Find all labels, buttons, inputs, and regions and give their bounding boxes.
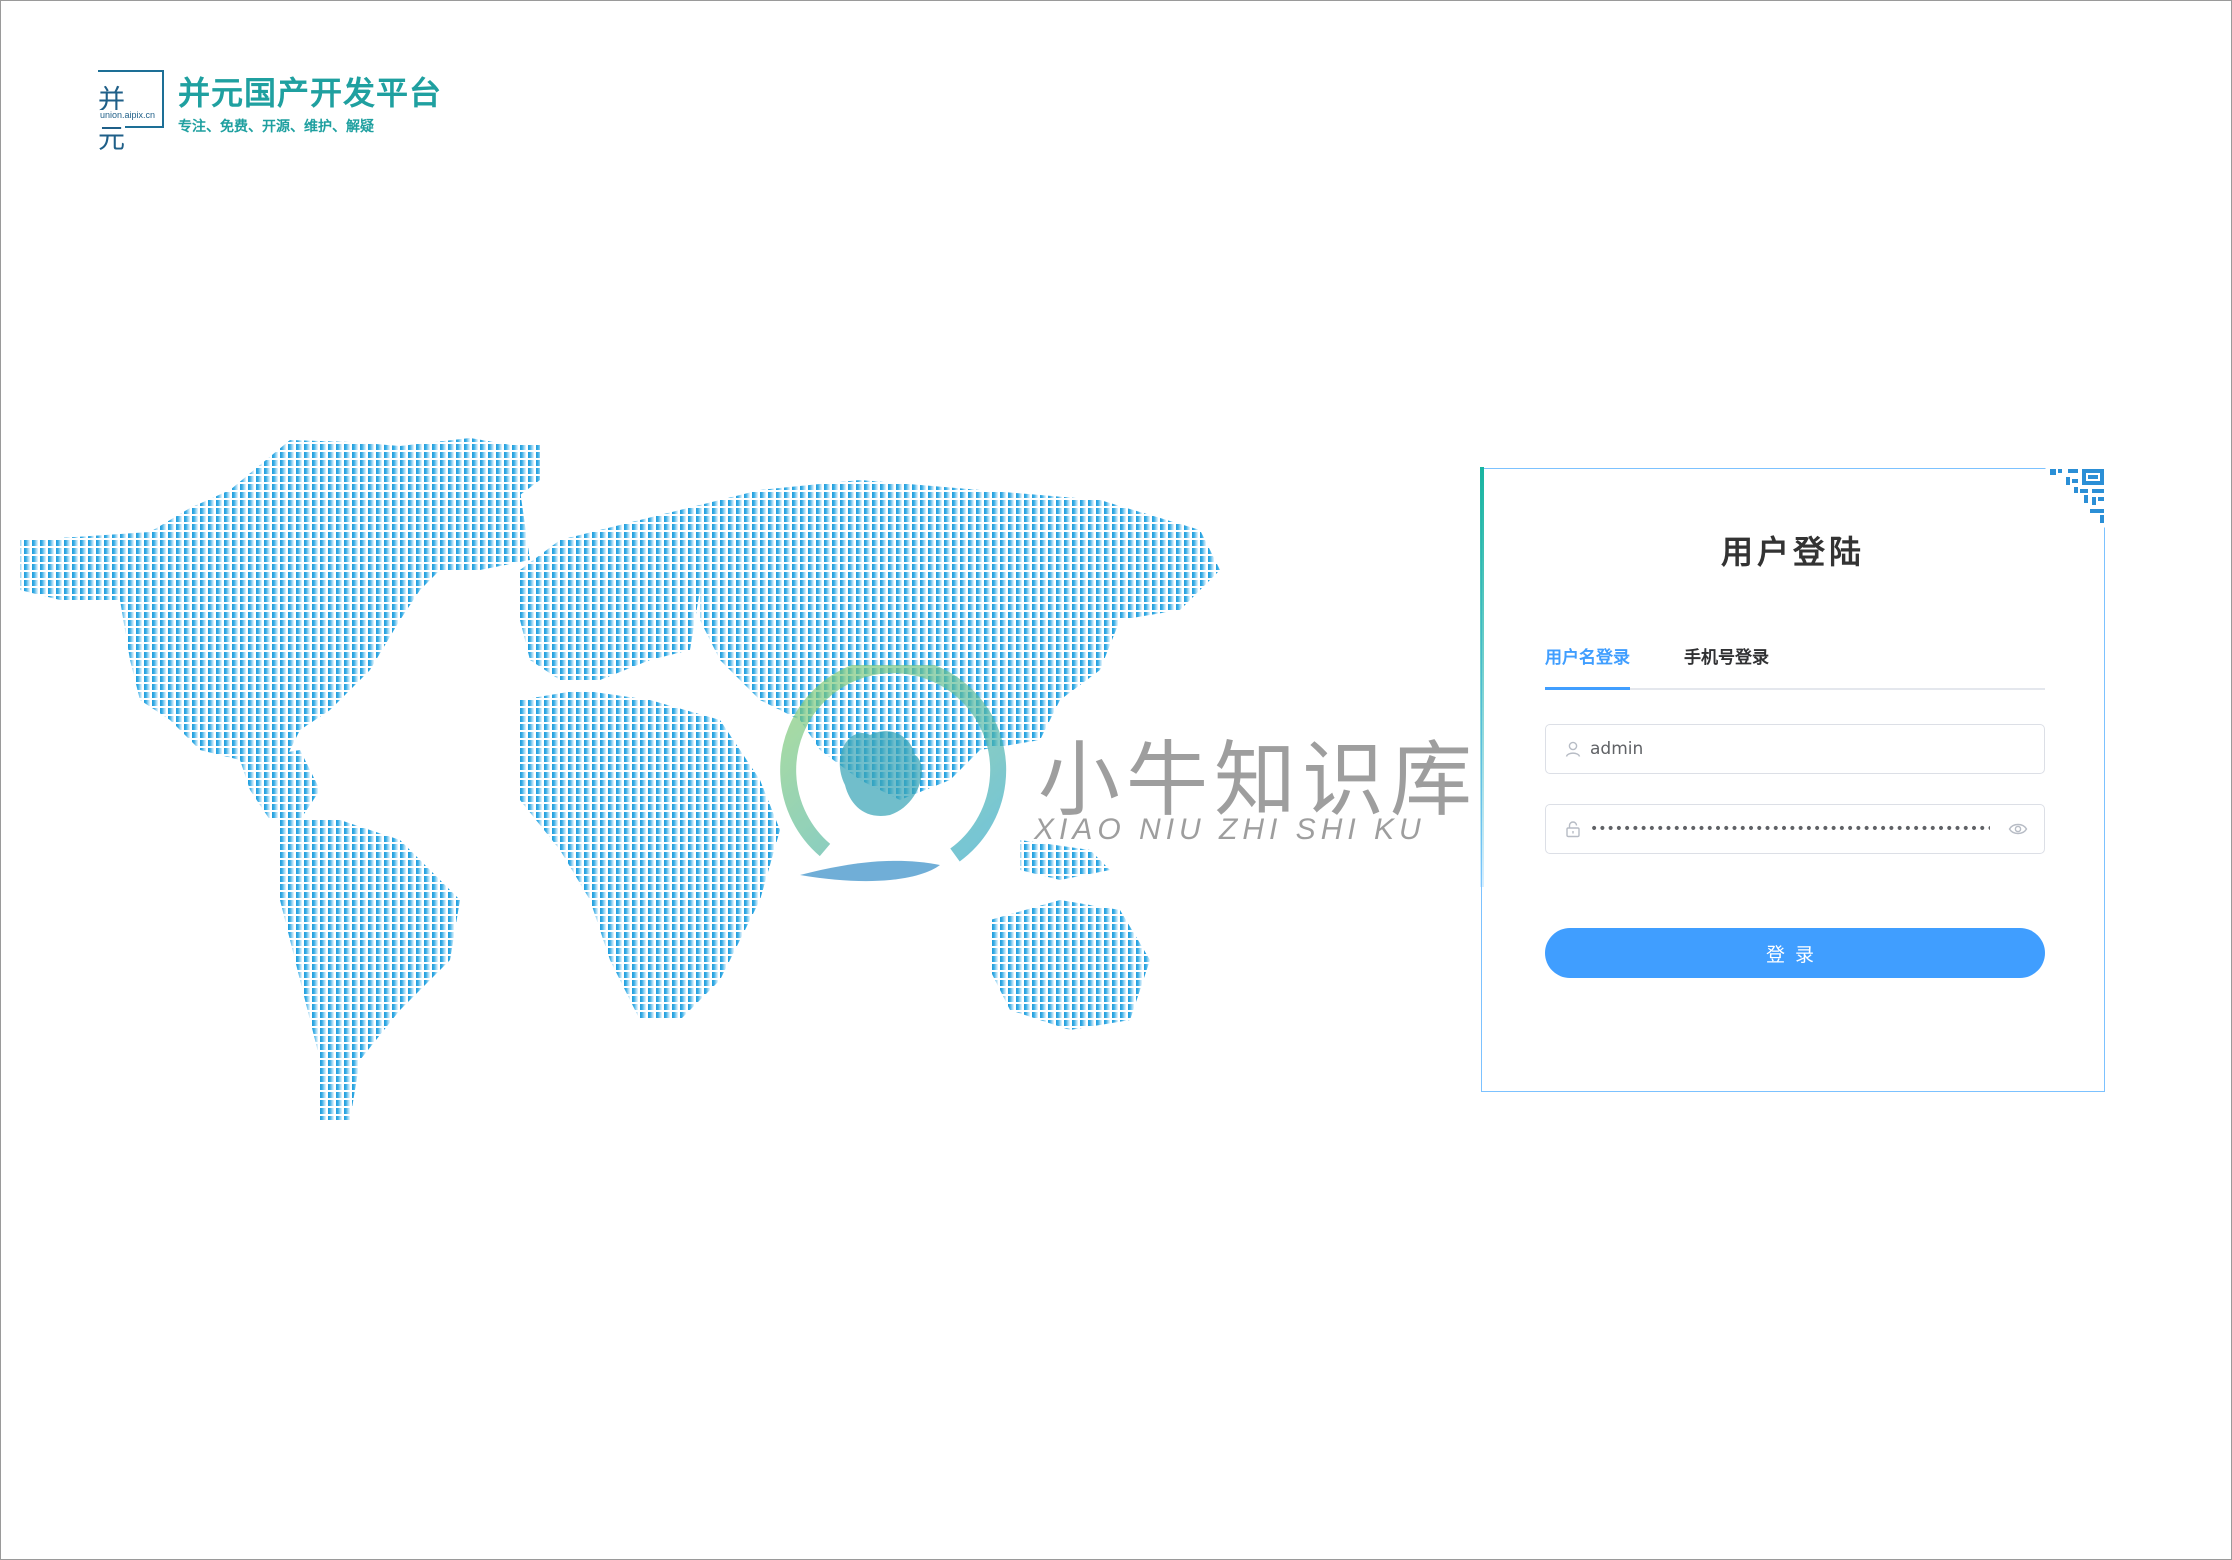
eye-icon[interactable] bbox=[2008, 820, 2028, 838]
watermark: 小牛知识库 XIAO NIU ZHI SHI KU bbox=[770, 657, 1472, 895]
login-card: 用户登陆 用户名登录 手机号登录 登录 bbox=[1480, 467, 2106, 1092]
logo-url: union.aipix.cn bbox=[100, 110, 156, 120]
login-button[interactable]: 登录 bbox=[1545, 928, 2045, 978]
login-tabs: 用户名登录 手机号登录 bbox=[1545, 644, 2045, 690]
brand-subtitle: 专注、免费、开源、维护、解疑 bbox=[178, 119, 374, 135]
tab-username-login[interactable]: 用户名登录 bbox=[1545, 644, 1630, 690]
qr-code-icon[interactable] bbox=[2044, 467, 2106, 529]
username-input[interactable] bbox=[1590, 725, 2020, 772]
brand-title: 并元国产开发平台 bbox=[178, 74, 443, 112]
tab-phone-login[interactable]: 手机号登录 bbox=[1684, 644, 1769, 688]
watermark-subtitle: XIAO NIU ZHI SHI KU bbox=[1034, 813, 1426, 846]
password-field-wrapper bbox=[1545, 804, 2045, 854]
username-field-wrapper bbox=[1545, 724, 2045, 774]
bull-logo-icon bbox=[780, 657, 1007, 882]
login-title: 用户登陆 bbox=[1720, 533, 1865, 571]
password-input[interactable] bbox=[1590, 805, 1990, 852]
lock-icon bbox=[1566, 821, 1580, 838]
user-icon bbox=[1565, 741, 1581, 757]
